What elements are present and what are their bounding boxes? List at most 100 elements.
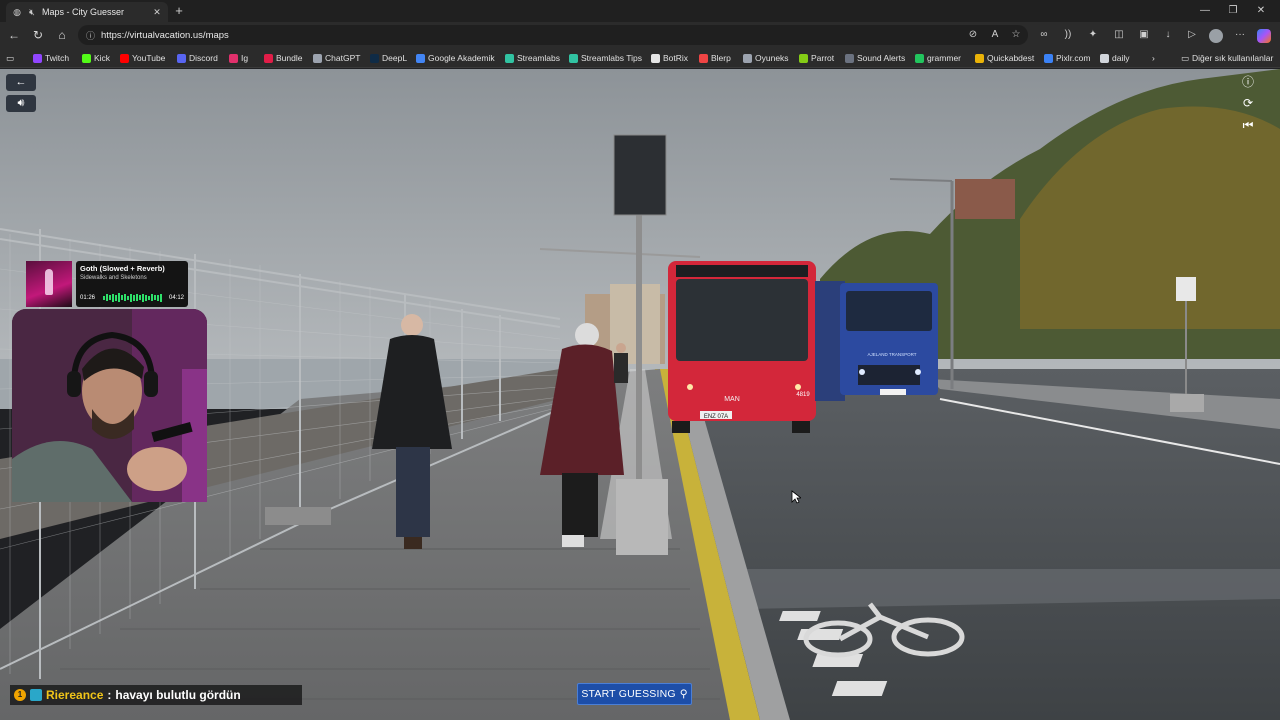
- bookmark-discord[interactable]: Discord: [177, 51, 218, 65]
- bookmark-favicon-icon: [177, 53, 186, 63]
- tab-title: Maps - City Guesser: [42, 7, 125, 17]
- bookmark-favicon-icon: [975, 53, 984, 63]
- bookmarks-menu-icon[interactable]: ▭: [6, 51, 14, 65]
- extension-icon[interactable]: ∞: [1037, 28, 1051, 42]
- bookmark-twitch[interactable]: Twitch: [33, 51, 69, 65]
- bookmark-daily[interactable]: daily: [1100, 51, 1129, 65]
- street-view[interactable]: MAN 4819 ENZ 07A AJELAND TRANSPORT ← 🔊︎ …: [0, 69, 1280, 720]
- more-menu-icon[interactable]: ···: [1233, 28, 1247, 42]
- webcam-overlay: [12, 309, 207, 502]
- streamer-camera: [12, 309, 207, 502]
- bookmark-favicon-icon: [313, 53, 322, 63]
- share-icon[interactable]: ▷: [1185, 28, 1199, 42]
- bus-brand: MAN: [724, 396, 740, 403]
- reload-button[interactable]: ↻: [30, 27, 46, 43]
- minimize-button[interactable]: —: [1194, 3, 1216, 19]
- chat-text: havayı bulutlu gördün: [115, 688, 241, 702]
- bookmark-favicon-icon: [915, 53, 924, 63]
- bookmark-favicon-icon: [699, 53, 708, 63]
- house: [955, 179, 1015, 219]
- bookmark-label: Twitch: [45, 53, 70, 63]
- bookmark-label: ChatGPT: [325, 53, 361, 63]
- muted-speaker-icon[interactable]: 🔇︎: [27, 7, 37, 17]
- back-arrow-icon[interactable]: ←: [6, 74, 36, 91]
- bookmark-ig[interactable]: Ig: [229, 51, 248, 65]
- split-screen-icon[interactable]: ◫: [1112, 28, 1126, 42]
- profile-avatar[interactable]: [1209, 29, 1223, 43]
- home-button[interactable]: ⌂: [54, 27, 70, 43]
- bookmark-deepl[interactable]: DeepL: [370, 51, 407, 65]
- new-tab-button[interactable]: +: [172, 4, 186, 18]
- bookmark-streamlabs[interactable]: Streamlabs: [505, 51, 560, 65]
- skip-back-icon[interactable]: ⏮: [1237, 116, 1259, 134]
- downloads-icon[interactable]: ↓: [1161, 28, 1175, 42]
- url-field[interactable]: ⓘ https://virtualvacation.us/maps: [78, 25, 1028, 45]
- bookmark-favicon-icon: [845, 53, 854, 63]
- copilot-icon[interactable]: [1257, 29, 1271, 43]
- chat-message: 1 Riereance : havayı bulutlu gördün: [10, 685, 302, 705]
- bookmark-botrix[interactable]: BotRix: [651, 51, 688, 65]
- bookmark-label: Discord: [189, 53, 218, 63]
- start-guessing-button[interactable]: START GUESSING ⚲: [577, 683, 692, 705]
- restore-button[interactable]: ❐: [1222, 3, 1244, 19]
- bookmark-favicon-icon: [569, 53, 578, 63]
- bookmark-grammer[interactable]: grammer: [915, 51, 961, 65]
- sound-icon[interactable]: 🔊︎: [6, 95, 36, 112]
- more-bookmarks-chevron-icon[interactable]: ›: [1152, 51, 1155, 65]
- bookmark-label: Bundle: [276, 53, 303, 63]
- tab-city-guesser[interactable]: ◍ 🔇︎ Maps - City Guesser ✕: [6, 2, 168, 22]
- bookmark-label: Kick: [94, 53, 111, 63]
- sign-base: [1170, 394, 1204, 412]
- close-tab-icon[interactable]: ✕: [152, 7, 162, 17]
- artist-name: Sidewalks and Skeletons: [80, 275, 147, 281]
- favorite-star-icon[interactable]: ☆: [1009, 28, 1023, 42]
- bookmark-youtube[interactable]: YouTube: [120, 51, 165, 65]
- bookmark-favicon-icon: [370, 53, 379, 63]
- sign-pole: [636, 209, 642, 479]
- bookmark-label: Sound Alerts: [857, 53, 906, 63]
- other-bookmarks-folder[interactable]: ▭ Diğer sık kullanılanlar: [1181, 51, 1273, 65]
- bookmark-chatgpt[interactable]: ChatGPT: [313, 51, 360, 65]
- close-window-button[interactable]: ✕: [1250, 3, 1272, 19]
- info-icon[interactable]: ⓘ: [1237, 73, 1259, 91]
- bookmark-label: YouTube: [132, 53, 166, 63]
- bookmark-favicon-icon: [505, 53, 514, 63]
- site-info-icon[interactable]: ⓘ: [86, 29, 95, 42]
- sub-badge-icon: 1: [14, 689, 26, 701]
- back-button[interactable]: ←: [6, 27, 22, 43]
- bookmark-oyuneks[interactable]: Oyuneks: [743, 51, 789, 65]
- browser-window: ◍ 🔇︎ Maps - City Guesser ✕ + — ❐ ✕ ← ↻ ⌂…: [0, 0, 1280, 720]
- bus-number: 4819: [796, 392, 810, 398]
- bookmark-favicon-icon: [1044, 53, 1053, 63]
- bookmark-streamlabs-tips[interactable]: Streamlabs Tips: [569, 51, 642, 65]
- lane-dash: [779, 611, 821, 621]
- bookmark-quickabdest[interactable]: Quickabdest: [975, 51, 1034, 65]
- bookmark-bundle[interactable]: Bundle: [264, 51, 302, 65]
- bookmark-label: Oyuneks: [755, 53, 789, 63]
- bookmark-kick[interactable]: Kick: [82, 51, 110, 65]
- puzzle-icon[interactable]: ✦: [1086, 28, 1100, 42]
- traffic-sign: [1176, 277, 1196, 301]
- read-aloud-icon[interactable]: A: [988, 28, 1002, 42]
- bookmark-favicon-icon: [651, 53, 660, 63]
- bookmark-favicon-icon: [416, 53, 425, 63]
- audio-extension-icon[interactable]: )): [1061, 28, 1075, 42]
- bookmark-label: Ig: [241, 53, 249, 63]
- refresh-location-icon[interactable]: ⟳: [1237, 94, 1259, 112]
- bookmark-label: Pixlr.com: [1056, 53, 1091, 63]
- bookmark-label: Blerp: [711, 53, 731, 63]
- bookmark-label: daily: [1112, 53, 1130, 63]
- bookmark-parrot[interactable]: Parrot: [799, 51, 834, 65]
- bookmark-favicon-icon: [120, 53, 129, 63]
- bookmark-label: grammer: [927, 53, 962, 63]
- road-sign-back: [613, 134, 667, 216]
- bookmark-favicon-icon: [264, 53, 273, 63]
- bookmark-sound-alerts[interactable]: Sound Alerts: [845, 51, 905, 65]
- bookmark-pixlr-com[interactable]: Pixlr.com: [1044, 51, 1090, 65]
- bookmark-label: Quickabdest: [987, 53, 1035, 63]
- collections-icon[interactable]: ▣: [1137, 28, 1151, 42]
- bookmark-blerp[interactable]: Blerp: [699, 51, 731, 65]
- tracking-icon[interactable]: ⊘: [966, 28, 980, 42]
- bookmark-google-akademik[interactable]: Google Akademik: [416, 51, 495, 65]
- url-text: https://virtualvacation.us/maps: [101, 29, 229, 41]
